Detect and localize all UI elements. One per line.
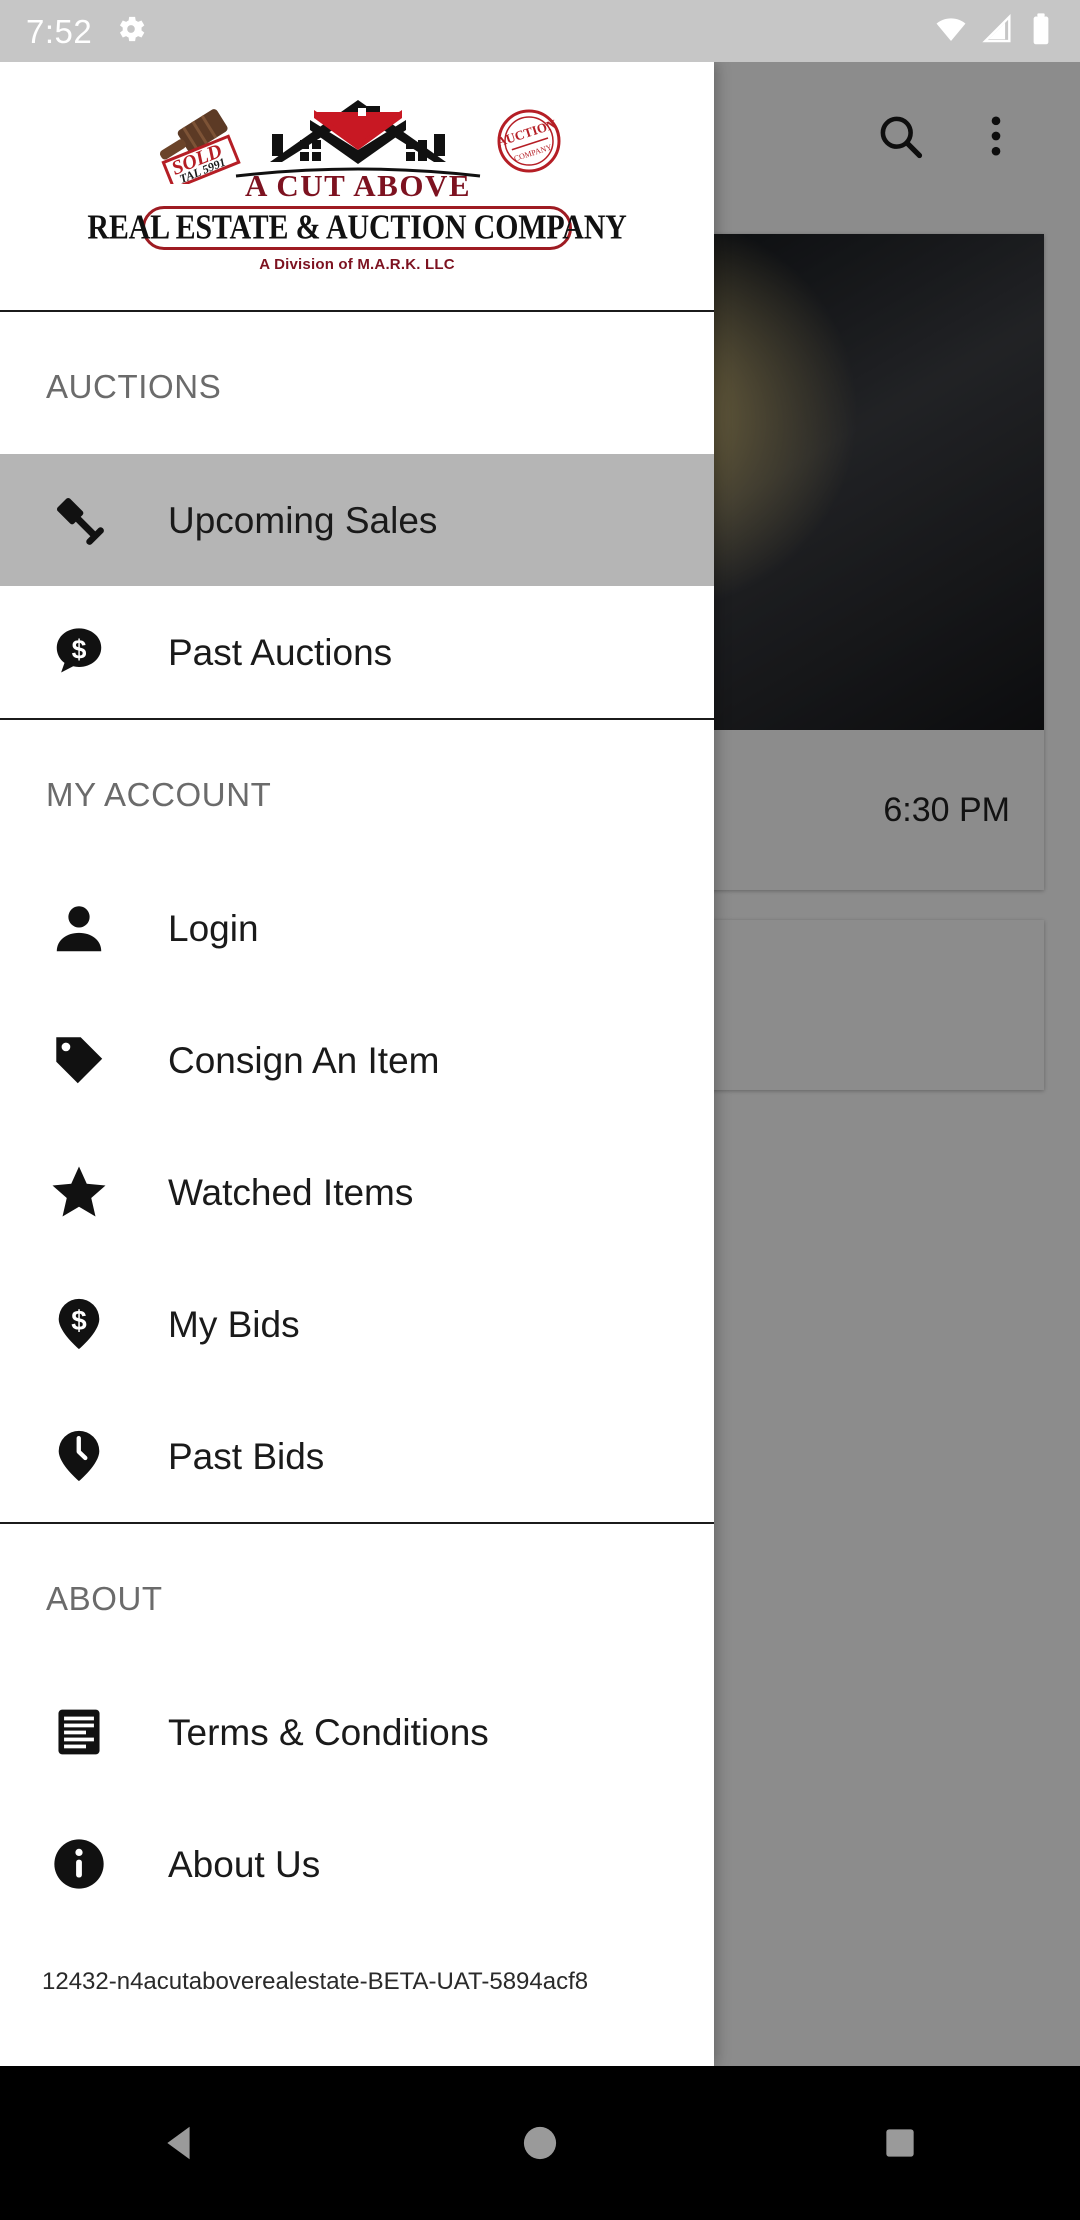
- home-circle-icon[interactable]: [465, 2066, 615, 2220]
- svg-text:$: $: [72, 634, 87, 664]
- document-lines-icon: [46, 1699, 112, 1765]
- logo-banner-text: REAL ESTATE & AUCTION COMPANY: [87, 207, 627, 247]
- cell-signal-icon: [981, 12, 1015, 51]
- drawer-section-about: ABOUT Terms & Conditions About Us: [0, 1524, 714, 1930]
- battery-icon: [1028, 12, 1054, 51]
- sidebar-item-consign-an-item[interactable]: Consign An Item: [0, 994, 714, 1126]
- logo-division-text: A Division of M.A.R.K. LLC: [259, 256, 455, 273]
- status-clock: 7:52: [26, 12, 93, 50]
- status-notification-icons: [114, 12, 148, 51]
- logo-title: A CUT ABOVE: [244, 168, 472, 203]
- clock-pin-icon: [46, 1423, 112, 1489]
- sidebar-item-past-bids[interactable]: Past Bids: [0, 1390, 714, 1522]
- recents-square-icon[interactable]: [825, 2066, 975, 2220]
- dollar-pin-icon: $: [46, 1291, 112, 1357]
- sidebar-item-label: Past Auctions: [168, 631, 393, 673]
- system-navigation-bar: [0, 2066, 1080, 2220]
- section-header-about: ABOUT: [46, 1580, 163, 1617]
- sidebar-item-terms-and-conditions[interactable]: Terms & Conditions: [0, 1666, 714, 1798]
- status-system-icons: [934, 12, 1054, 51]
- drawer-section-auctions: AUCTIONS Upcoming Sales $ Past Auctions: [0, 312, 714, 718]
- drawer-version-footer: 12432-n4acutaboverealestate-BETA-UAT-589…: [42, 1968, 589, 1995]
- settings-gear-icon: [114, 12, 148, 51]
- sidebar-item-login[interactable]: Login: [0, 862, 714, 994]
- svg-text:$: $: [71, 1305, 87, 1336]
- sidebar-item-label: About Us: [168, 1843, 321, 1885]
- sidebar-item-label: Login: [168, 907, 259, 949]
- gavel-sold-stamp-icon: SOLD TAL 5991: [148, 106, 248, 191]
- sidebar-item-label: Terms & Conditions: [168, 1711, 489, 1753]
- sidebar-item-label: Consign An Item: [168, 1039, 440, 1081]
- sidebar-item-watched-items[interactable]: Watched Items: [0, 1126, 714, 1258]
- star-icon: [46, 1159, 112, 1225]
- info-circle-icon: [46, 1831, 112, 1897]
- sidebar-item-label: My Bids: [168, 1303, 300, 1345]
- svg-text:COMPANY: COMPANY: [513, 142, 553, 163]
- gavel-icon: [46, 487, 112, 553]
- wifi-icon: [934, 12, 968, 51]
- company-logo: SOLD TAL 5991 AUCTION COMPANY A CUT ABOV…: [87, 84, 627, 289]
- sidebar-item-label: Past Bids: [168, 1435, 325, 1477]
- section-header-my-account: MY ACCOUNT: [46, 776, 272, 813]
- status-bar: 7:52: [0, 0, 1080, 62]
- tag-icon: [46, 1027, 112, 1093]
- auction-seal-icon: AUCTION COMPANY: [492, 104, 566, 178]
- sidebar-item-upcoming-sales[interactable]: Upcoming Sales: [0, 454, 714, 586]
- drawer-header: SOLD TAL 5991 AUCTION COMPANY A CUT ABOV…: [0, 62, 714, 312]
- back-triangle-icon[interactable]: [105, 2066, 255, 2220]
- phone-screen: 6:30 PM SOLD TAL 5991 AUCTION COMPANY A …: [0, 0, 1080, 2220]
- logo-banner: REAL ESTATE & AUCTION COMPANY: [87, 206, 627, 250]
- drawer-section-my-account: MY ACCOUNT Login Consign An Item Watched…: [0, 720, 714, 1522]
- person-icon: [46, 895, 112, 961]
- sidebar-item-about-us[interactable]: About Us: [0, 1798, 714, 1930]
- sidebar-item-my-bids[interactable]: $ My Bids: [0, 1258, 714, 1390]
- section-header-auctions: AUCTIONS: [46, 368, 222, 405]
- sidebar-item-label: Watched Items: [168, 1171, 414, 1213]
- navigation-drawer: SOLD TAL 5991 AUCTION COMPANY A CUT ABOV…: [0, 62, 714, 2066]
- dollar-chat-bubble-icon: $: [46, 619, 112, 685]
- sidebar-item-label: Upcoming Sales: [168, 499, 438, 541]
- sidebar-item-past-auctions[interactable]: $ Past Auctions: [0, 586, 714, 718]
